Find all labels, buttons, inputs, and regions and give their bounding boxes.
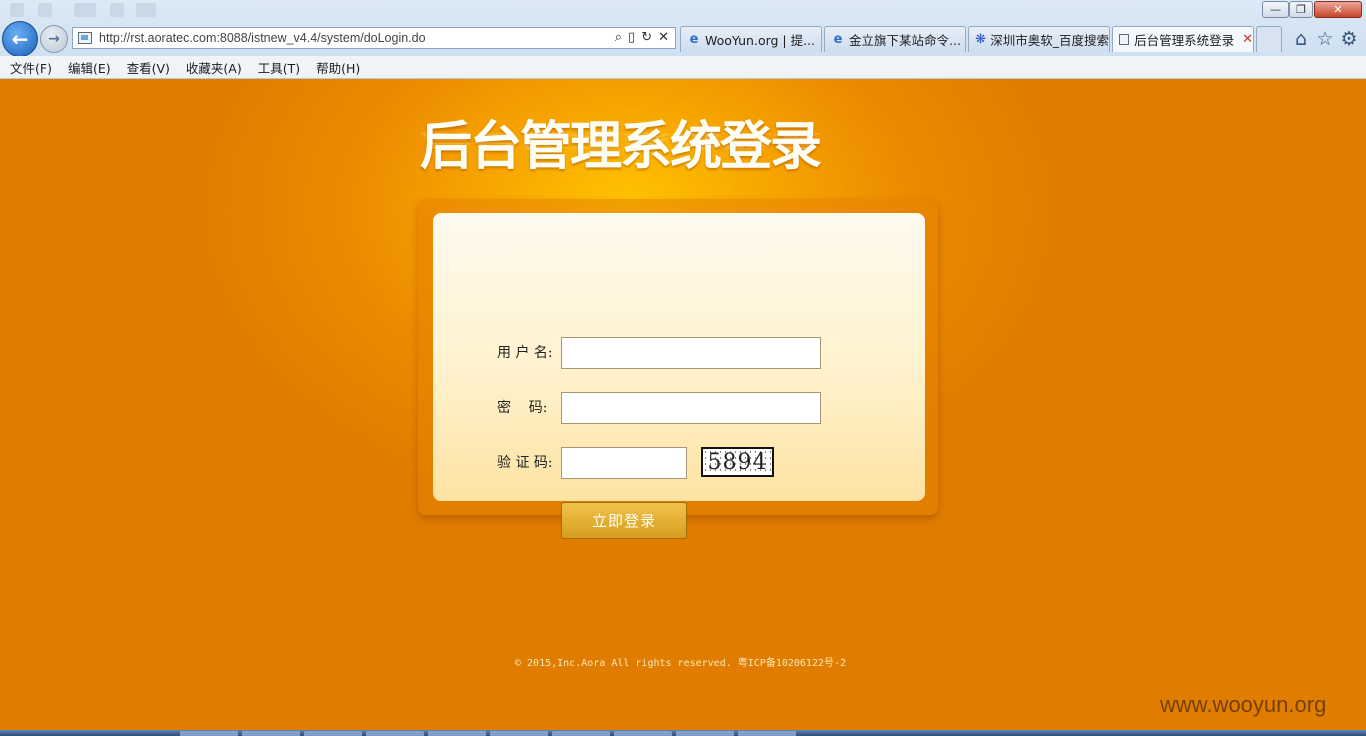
taskbar-button[interactable] (366, 731, 424, 736)
forward-button[interactable]: → (40, 25, 68, 53)
ie-icon: e (833, 31, 843, 47)
url-text[interactable]: http://rst.aoratec.com:8088/istnew_v4.4/… (99, 31, 426, 45)
captcha-image[interactable]: 5894 (701, 447, 774, 477)
tab-login-page[interactable]: 后台管理系统登录 ✕ (1112, 26, 1254, 52)
captcha-label: 验 证 码: (497, 455, 553, 471)
taskbar-button[interactable] (180, 731, 238, 736)
restore-button[interactable]: ❐ (1289, 1, 1313, 18)
tab-wooyun[interactable]: e WooYun.org | 提... (680, 26, 822, 52)
address-bar[interactable]: http://rst.aoratec.com:8088/istnew_v4.4/… (72, 27, 676, 49)
login-button[interactable]: 立即登录 (561, 502, 687, 539)
home-icon[interactable]: ⌂ (1290, 28, 1312, 50)
tab-label: 后台管理系统登录 (1134, 33, 1235, 48)
menu-help[interactable]: 帮助(H) (316, 58, 360, 77)
username-input[interactable] (561, 337, 821, 369)
refresh-icon[interactable]: ↻ (641, 30, 652, 45)
page-favicon-icon (78, 32, 92, 44)
menu-favorites[interactable]: 收藏夹(A) (186, 58, 242, 77)
taskbar-button[interactable] (552, 731, 610, 736)
menu-view[interactable]: 查看(V) (127, 58, 170, 77)
password-input[interactable] (561, 392, 821, 424)
tab-baidu-search[interactable]: ❋ 深圳市奥软_百度搜索 (968, 26, 1110, 52)
taskbar-button[interactable] (676, 731, 734, 736)
minimize-button[interactable]: — (1262, 1, 1289, 18)
back-button[interactable]: ← (2, 21, 38, 57)
stop-icon[interactable]: ✕ (658, 30, 669, 45)
tools-gear-icon[interactable]: ⚙ (1338, 28, 1360, 50)
print-icon (38, 3, 52, 17)
tab-label: WooYun.org | 提... (705, 33, 816, 48)
browser-chrome: — ❐ ✕ ← → http://rst.aoratec.com:8088/is… (0, 0, 1366, 79)
undo-icon (74, 3, 96, 17)
address-tools: ⌕ ▯ ↻ ✕ (615, 30, 669, 45)
close-window-button[interactable]: ✕ (1314, 1, 1362, 18)
title-bar: — ❐ ✕ (0, 0, 1366, 22)
baidu-icon: ❋ (975, 31, 987, 47)
taskbar-button[interactable] (304, 731, 362, 736)
ie-icon: e (689, 31, 699, 47)
favorites-star-icon[interactable]: ☆ (1314, 28, 1336, 50)
page-icon (110, 3, 124, 17)
close-tab-icon[interactable]: ✕ (1242, 32, 1253, 47)
watermark: www.wooyun.org (1160, 692, 1327, 717)
save-icon (10, 3, 24, 17)
copyright-footer: © 2015,Inc.Aora All rights reserved. 粤IC… (515, 658, 847, 669)
page-title: 后台管理系统登录 (420, 117, 822, 177)
search-icon[interactable]: ⌕ (615, 30, 622, 45)
taskbar-button[interactable] (490, 731, 548, 736)
tab-label: 金立旗下某站命令... (849, 33, 961, 48)
compatibility-icon[interactable]: ▯ (628, 30, 635, 45)
password-label: 密 码: (497, 400, 548, 416)
taskbar-button[interactable] (242, 731, 300, 736)
tab-label: 深圳市奥软_百度搜索 (990, 33, 1109, 48)
taskbar-button[interactable] (614, 731, 672, 736)
captcha-input[interactable] (561, 447, 687, 479)
username-label: 用 户 名: (497, 345, 553, 361)
menu-tools[interactable]: 工具(T) (258, 58, 300, 77)
menu-bar: 文件(F) 编辑(E) 查看(V) 收藏夹(A) 工具(T) 帮助(H) (0, 56, 1366, 79)
new-tab-button[interactable] (1256, 26, 1282, 52)
tools-icon (136, 3, 156, 17)
menu-file[interactable]: 文件(F) (10, 58, 52, 77)
page-icon (1119, 34, 1130, 45)
tab-jinli[interactable]: e 金立旗下某站命令... (824, 26, 966, 52)
taskbar-button[interactable] (738, 731, 796, 736)
menu-edit[interactable]: 编辑(E) (68, 58, 111, 77)
taskbar (0, 730, 1366, 736)
taskbar-button[interactable] (428, 731, 486, 736)
